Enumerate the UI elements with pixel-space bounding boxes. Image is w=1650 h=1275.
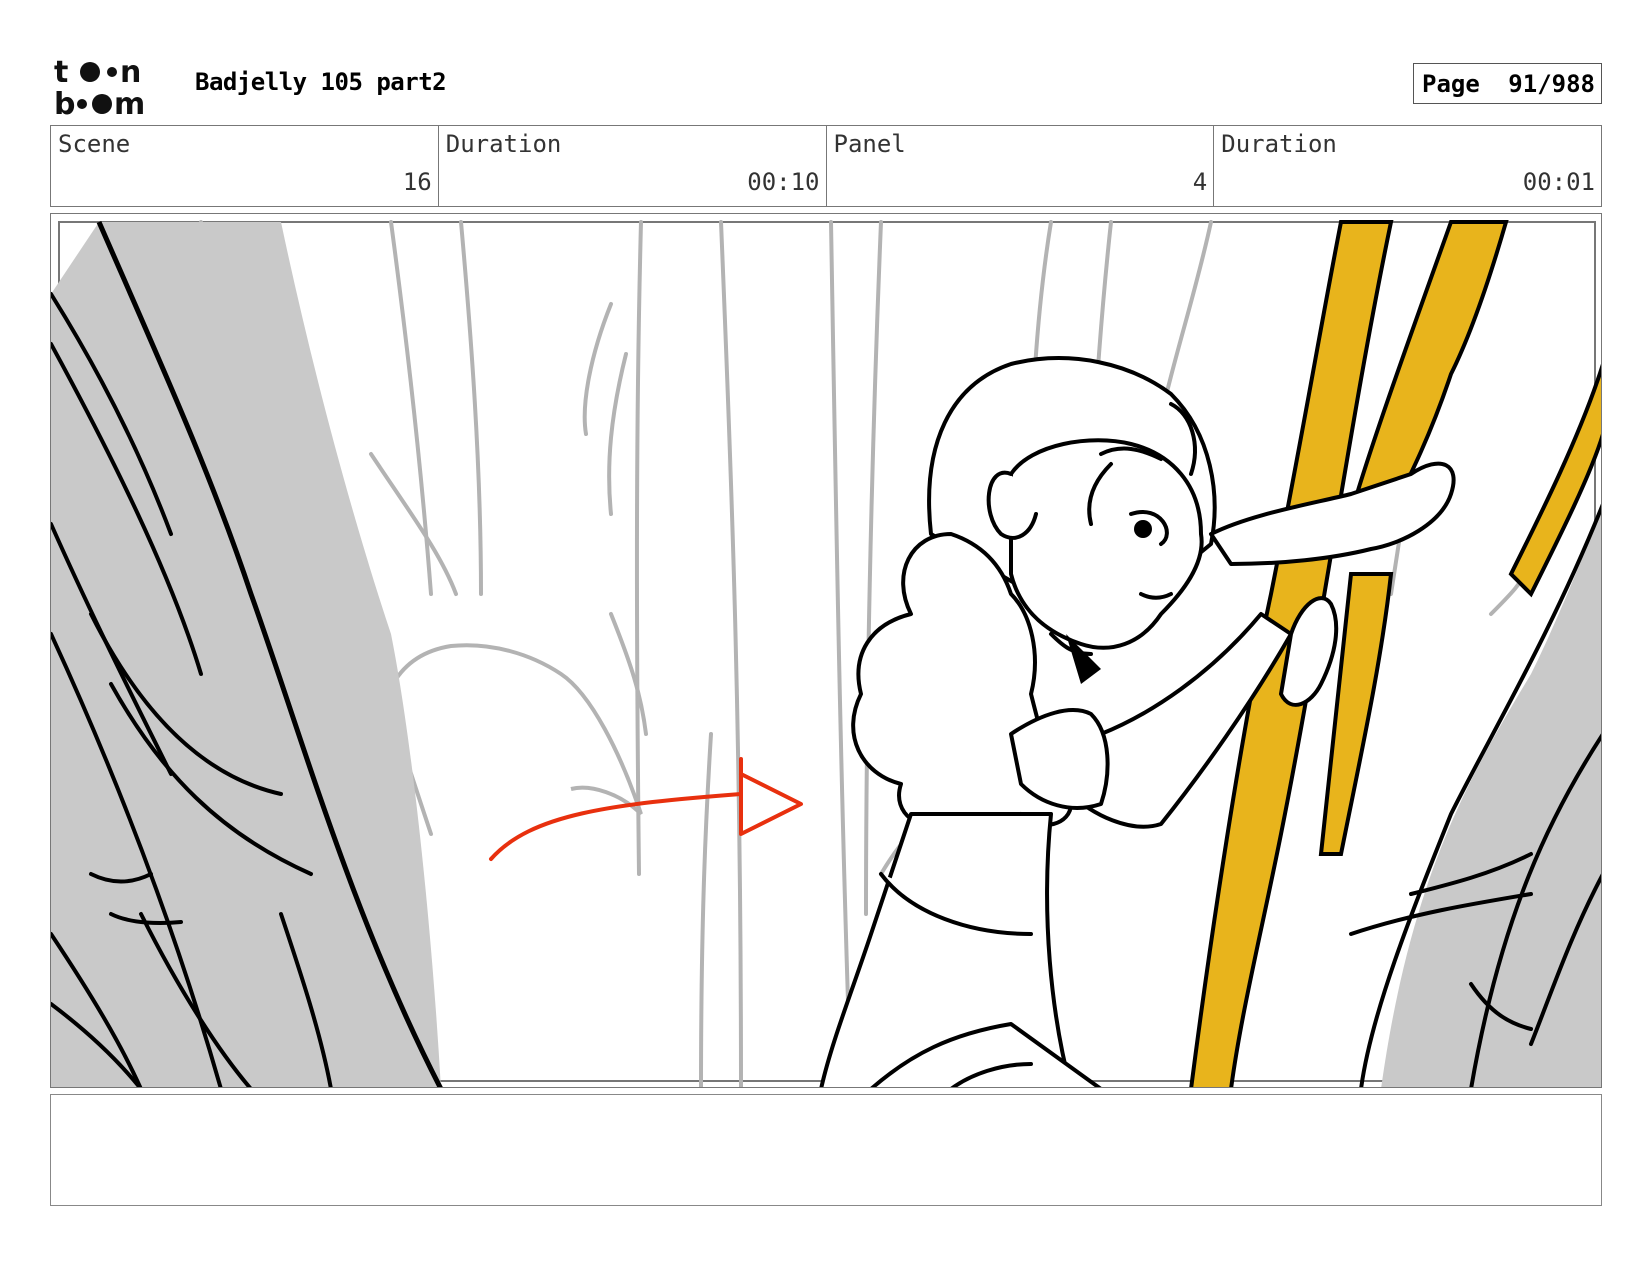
background-bush (377, 643, 643, 816)
scene-value: 16 (402, 168, 432, 196)
panel-cell: Panel 4 (827, 126, 1215, 206)
svg-text:b: b (54, 87, 75, 118)
panel-value: 4 (1192, 168, 1208, 196)
panel-label: Panel (833, 130, 906, 158)
scene-info-bar: Scene 16 Duration 00:10 Panel 4 Duration… (50, 125, 1602, 207)
scene-cell: Scene 16 (51, 126, 439, 206)
scene-duration-label: Duration (445, 130, 562, 158)
panel-duration-value: 00:01 (1522, 168, 1595, 196)
character-eye (1134, 520, 1152, 538)
svg-text:t: t (54, 55, 68, 90)
toon-boom-logo: t n b m (54, 54, 172, 122)
logo-graphic: t n b m (54, 55, 145, 122)
page-value: 91/988 (1508, 69, 1595, 98)
panel-notes-box (50, 1094, 1602, 1206)
motion-arrow (489, 757, 803, 861)
svg-text:m: m (114, 87, 145, 118)
page-label: Page (1422, 69, 1480, 98)
scene-label: Scene (58, 130, 131, 158)
storyboard-panel (50, 213, 1602, 1088)
svg-text:n: n (120, 55, 141, 90)
panel-duration-cell: Duration 00:01 (1214, 126, 1601, 206)
panel-duration-label: Duration (1221, 130, 1337, 158)
scene-duration-cell: Duration 00:10 (439, 126, 827, 206)
page-counter: Page 91/988 (1413, 63, 1602, 104)
storyboard-drawing (51, 220, 1601, 1087)
scene-duration-value: 00:10 (747, 168, 820, 196)
right-tree-trunk (1381, 509, 1601, 1087)
document-title: Badjelly 105 part2 (195, 68, 447, 96)
